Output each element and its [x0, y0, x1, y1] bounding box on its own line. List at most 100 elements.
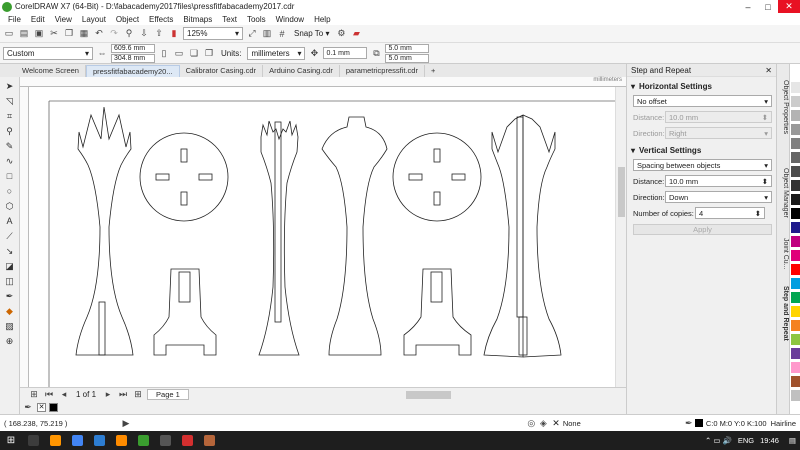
taskbar-app[interactable]: [132, 431, 154, 450]
taskbar-app[interactable]: [66, 431, 88, 450]
palette-swatch[interactable]: [791, 292, 800, 304]
nudge-distance-input[interactable]: 0.1 mm: [323, 47, 368, 59]
launch-icon[interactable]: ▰: [350, 28, 362, 40]
horizontal-scroll-thumb[interactable]: [406, 391, 451, 399]
menu-file[interactable]: File: [3, 15, 26, 24]
page-size-select[interactable]: Custom ▾: [3, 46, 93, 60]
tab-parametric-pressfit[interactable]: parametricpressfit.cdr: [340, 65, 425, 77]
fill-bucket-icon[interactable]: ◈: [537, 417, 549, 429]
black-swatch[interactable]: [49, 403, 58, 412]
palette-swatch[interactable]: [791, 124, 800, 136]
copy-icon[interactable]: ❐: [63, 28, 75, 40]
options-icon[interactable]: ⚙: [335, 28, 347, 40]
canvas-drawing[interactable]: [29, 87, 615, 387]
page-tab[interactable]: Page 1: [147, 389, 189, 400]
smart-fill-icon[interactable]: ▨: [4, 321, 16, 332]
maximize-button[interactable]: □: [758, 2, 778, 12]
taskbar-app[interactable]: [88, 431, 110, 450]
first-page-icon[interactable]: ⏮: [43, 389, 55, 401]
connector-tool-icon[interactable]: ↘: [4, 246, 16, 257]
redo-icon[interactable]: ↷: [108, 28, 120, 40]
palette-swatch[interactable]: [791, 68, 800, 80]
play-icon[interactable]: ▶: [120, 417, 132, 429]
taskbar-app[interactable]: [154, 431, 176, 450]
palette-swatch[interactable]: [791, 138, 800, 150]
import-icon[interactable]: ⇩: [138, 28, 150, 40]
close-button[interactable]: ✕: [778, 0, 800, 13]
zoom-level-select[interactable]: 125% ▾: [183, 27, 243, 40]
minimize-button[interactable]: –: [738, 2, 758, 12]
pick-tool-icon[interactable]: ➤: [4, 81, 16, 92]
menu-view[interactable]: View: [50, 15, 77, 24]
taskbar-app[interactable]: [44, 431, 66, 450]
tab-pressfit[interactable]: pressfitfabacademy20...: [85, 65, 180, 77]
export-icon[interactable]: ⇧: [153, 28, 165, 40]
search-content-icon[interactable]: ⚲: [123, 28, 135, 40]
new-tab-button[interactable]: +: [425, 65, 441, 77]
save-icon[interactable]: ▣: [33, 28, 45, 40]
vertical-scrollbar[interactable]: [615, 87, 626, 387]
apply-button[interactable]: Apply: [633, 224, 772, 235]
portrait-icon[interactable]: ▯: [158, 47, 170, 59]
palette-swatch[interactable]: [791, 222, 800, 234]
palette-swatch[interactable]: [791, 194, 800, 206]
current-page-icon[interactable]: ❐: [203, 47, 215, 59]
horizontal-mode-select[interactable]: No offset ▾: [633, 95, 772, 107]
crop-tool-icon[interactable]: ⌗: [4, 111, 16, 122]
page-height-input[interactable]: 304.8 mm: [111, 53, 155, 63]
horizontal-distance-input[interactable]: 10.0 mm ⬍: [665, 111, 772, 123]
pdf-icon[interactable]: ▮: [168, 28, 180, 40]
copies-input[interactable]: 4 ⬍: [695, 207, 765, 219]
palette-swatch[interactable]: [791, 166, 800, 178]
add-page-end-icon[interactable]: ⊞: [132, 389, 144, 401]
polygon-tool-icon[interactable]: ⬡: [4, 201, 16, 212]
tab-joint-curves[interactable]: Joint Cu...: [778, 238, 789, 270]
page-width-input[interactable]: 609.6 mm: [111, 43, 155, 53]
new-document-icon[interactable]: ▭: [3, 28, 15, 40]
landscape-icon[interactable]: ▭: [173, 47, 185, 59]
zoom-tool-icon[interactable]: ⚲: [4, 126, 16, 137]
vertical-distance-input[interactable]: 10.0 mm ⬍: [665, 175, 772, 187]
menu-tools[interactable]: Tools: [242, 15, 271, 24]
shape-tool-icon[interactable]: ◹: [4, 96, 16, 107]
units-select[interactable]: millimeters ▾: [247, 46, 306, 60]
drop-shadow-icon[interactable]: ◪: [4, 261, 16, 272]
palette-swatch[interactable]: [791, 390, 800, 402]
eyedropper-icon[interactable]: ✒: [4, 291, 16, 302]
palette-swatch[interactable]: [791, 250, 800, 262]
outline-pen-icon[interactable]: ✒: [683, 417, 695, 429]
menu-help[interactable]: Help: [309, 15, 335, 24]
palette-swatch[interactable]: [791, 264, 800, 276]
vertical-ruler[interactable]: [20, 87, 29, 387]
vertical-settings-heading[interactable]: ▾ Vertical Settings: [627, 139, 776, 155]
artistic-media-icon[interactable]: ∿: [4, 156, 16, 167]
parallel-dimension-icon[interactable]: ⟋: [4, 231, 16, 242]
no-color-swatch[interactable]: ✕: [37, 403, 46, 412]
snap-to-button[interactable]: Snap To ▾: [291, 27, 332, 40]
palette-swatch[interactable]: [791, 278, 800, 290]
tab-step-and-repeat[interactable]: Step and Repeat: [778, 286, 789, 341]
palette-swatch[interactable]: [791, 152, 800, 164]
palette-swatch[interactable]: [791, 180, 800, 192]
menu-object[interactable]: Object: [111, 15, 144, 24]
cut-icon[interactable]: ✂: [48, 28, 60, 40]
menu-layout[interactable]: Layout: [77, 15, 111, 24]
language-indicator[interactable]: ENG: [738, 436, 760, 445]
tab-calibrator-casing[interactable]: Calibrator Casing.cdr: [180, 65, 264, 77]
all-pages-icon[interactable]: ❏: [188, 47, 200, 59]
palette-swatch[interactable]: [791, 208, 800, 220]
menu-edit[interactable]: Edit: [26, 15, 50, 24]
tab-object-manager[interactable]: Object Manager: [778, 168, 789, 218]
palette-swatch[interactable]: [791, 82, 800, 94]
taskbar-app[interactable]: [198, 431, 220, 450]
next-page-icon[interactable]: ▸: [102, 389, 114, 401]
palette-swatch[interactable]: [791, 236, 800, 248]
palette-swatch[interactable]: [791, 306, 800, 318]
palette-swatch[interactable]: [791, 320, 800, 332]
docker-close-icon[interactable]: ✕: [765, 64, 772, 76]
taskbar-app[interactable]: [110, 431, 132, 450]
tab-object-properties[interactable]: Object Properties: [778, 80, 789, 134]
prev-page-icon[interactable]: ◂: [58, 389, 70, 401]
text-tool-icon[interactable]: A: [4, 216, 16, 227]
color-proof-icon[interactable]: ◎: [525, 417, 537, 429]
